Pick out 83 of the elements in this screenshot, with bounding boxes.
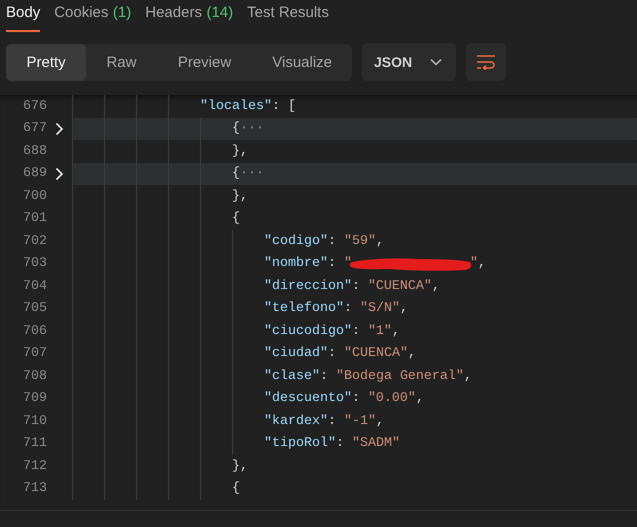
line-number: 689	[22, 166, 47, 182]
line-number: 709	[22, 391, 47, 406]
json-punctuation: :	[320, 368, 329, 384]
wrap-lines-icon	[476, 54, 496, 70]
fold-ellipsis: ···	[240, 121, 264, 136]
json-string: "SADM"	[352, 436, 400, 452]
json-punctuation: },	[230, 458, 248, 474]
line-number: 703	[22, 256, 47, 272]
json-punctuation: :	[328, 414, 337, 429]
view-mode-tab[interactable]: Visualize	[252, 44, 352, 80]
json-punctuation: :	[328, 234, 337, 249]
line-number: 702	[22, 234, 47, 249]
json-punctuation: :	[328, 346, 337, 362]
json-key: "ciudad"	[72, 346, 328, 362]
json-key: "telefono"	[72, 301, 344, 316]
line-number: 713	[22, 481, 47, 496]
json-punctuation: :	[352, 278, 361, 294]
json-punctuation: },	[230, 144, 248, 159]
json-punctuation: :	[352, 391, 361, 406]
json-punctuation: : [	[272, 98, 296, 114]
json-string: "CUENCA"	[344, 346, 408, 362]
json-string: "1"	[368, 324, 392, 339]
line-number: 700	[22, 188, 47, 204]
json-string: "S/N"	[360, 301, 400, 316]
json-string: "59"	[344, 234, 376, 249]
json-key: "kardex"	[72, 414, 328, 429]
view-mode-tab[interactable]: Preview	[156, 44, 252, 80]
json-key: "descuento"	[72, 391, 352, 406]
json-punctuation: :	[336, 436, 345, 452]
chevron-right-icon[interactable]	[55, 122, 64, 136]
response-tab[interactable]: Headers (14)	[145, 0, 234, 32]
json-key: "clase"	[72, 368, 320, 384]
json-string: "	[344, 256, 352, 272]
format-dropdown[interactable]: JSON	[362, 43, 456, 81]
json-punctuation: {	[230, 166, 240, 182]
json-punctuation: ,	[416, 391, 424, 406]
line-number: 676	[22, 98, 47, 114]
line-number: 706	[22, 324, 47, 339]
json-string: "-1"	[344, 414, 376, 429]
line-number: 701	[22, 211, 47, 226]
json-key: "ciucodigo"	[72, 324, 352, 339]
json-string: "CUENCA"	[368, 278, 432, 294]
json-punctuation: :	[328, 256, 337, 272]
json-punctuation: {	[230, 121, 240, 136]
json-punctuation: ,	[392, 324, 400, 339]
json-string: "	[470, 256, 478, 272]
json-punctuation: ,	[408, 346, 416, 362]
line-number: 710	[22, 414, 47, 429]
json-key: "nombre"	[72, 256, 328, 272]
response-tab[interactable]: Body	[6, 0, 40, 32]
line-number: 704	[22, 278, 47, 294]
json-string: "Bodega General"	[336, 368, 464, 384]
json-punctuation: {	[230, 211, 240, 226]
line-number: 677	[22, 121, 47, 136]
line-number: 708	[22, 368, 47, 384]
view-mode-tab[interactable]: Pretty	[6, 44, 86, 80]
line-number: 711	[22, 436, 47, 452]
view-mode-tab[interactable]: Raw	[86, 44, 157, 80]
json-punctuation: ,	[376, 414, 384, 429]
json-string: "0.00"	[368, 391, 416, 406]
response-tab[interactable]: Cookies (1)	[54, 0, 132, 32]
line-number: 705	[22, 301, 47, 316]
json-key: "codigo"	[72, 234, 328, 249]
line-number: 712	[22, 458, 47, 474]
response-tab[interactable]: Test Results	[247, 0, 329, 32]
json-key: "tipoRol"	[72, 436, 336, 452]
json-punctuation: :	[344, 301, 353, 316]
json-key: "direccion"	[72, 278, 352, 294]
json-punctuation: ,	[400, 301, 408, 316]
line-number: 707	[22, 346, 47, 362]
chevron-down-icon	[430, 58, 442, 66]
json-key: "locales"	[72, 98, 272, 114]
json-punctuation: ,	[376, 234, 384, 249]
json-punctuation: ,	[478, 256, 486, 272]
json-punctuation: ,	[464, 368, 472, 384]
json-punctuation: {	[230, 481, 240, 496]
json-punctuation: },	[230, 188, 248, 204]
chevron-right-icon[interactable]	[55, 166, 64, 181]
fold-ellipsis: ···	[240, 166, 264, 182]
json-punctuation: :	[352, 324, 361, 339]
json-punctuation: ,	[432, 278, 440, 294]
wrap-lines-button[interactable]	[466, 43, 506, 81]
line-number: 688	[22, 144, 47, 159]
